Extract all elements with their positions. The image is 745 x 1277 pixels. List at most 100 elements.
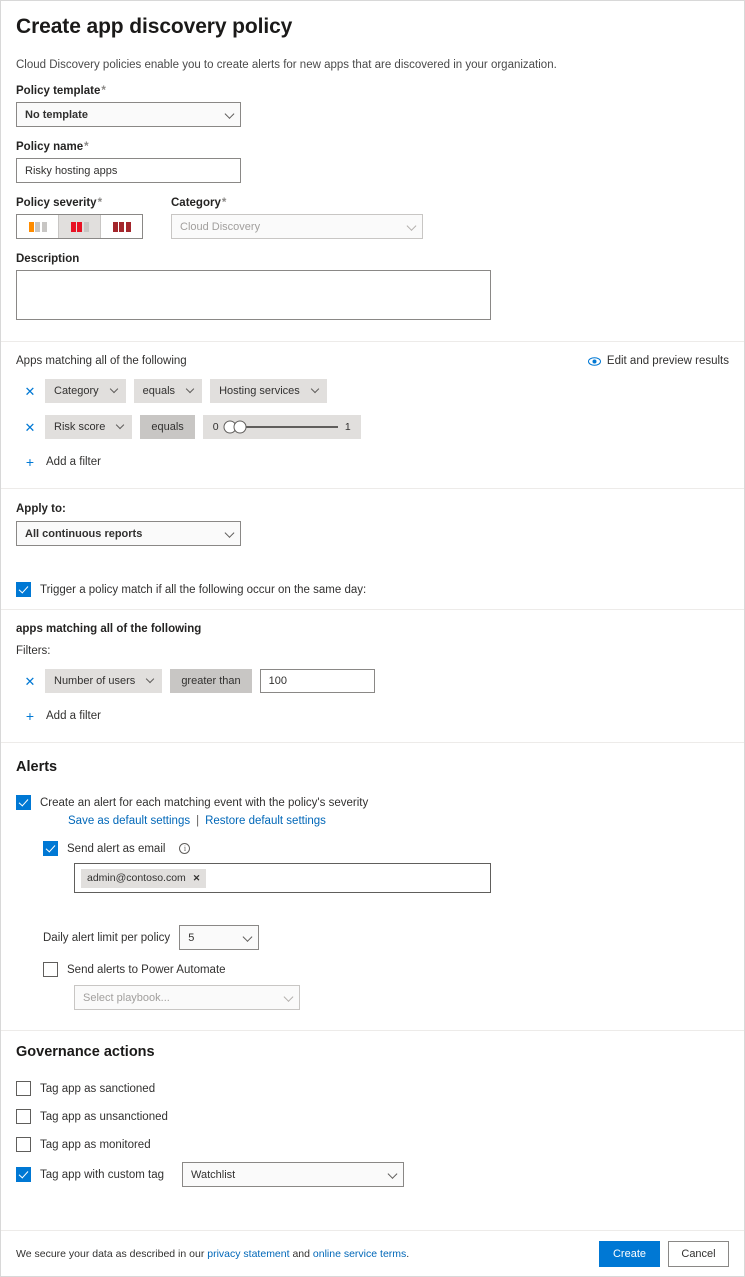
online-service-terms-link[interactable]: online service terms <box>313 1248 406 1260</box>
governance-item: Tag app with custom tag Watchlist <box>16 1162 729 1187</box>
remove-recipient-icon[interactable]: ✕ <box>193 873 201 884</box>
page-title: Create app discovery policy <box>16 1 729 39</box>
description-textarea[interactable] <box>16 270 491 320</box>
filters-heading: Apps matching all of the following <box>16 355 187 367</box>
severity-option-medium[interactable] <box>59 215 101 238</box>
create-alert-checkbox[interactable] <box>16 795 31 810</box>
required-asterisk: * <box>101 85 105 97</box>
tag-app-sanctioned-checkbox[interactable] <box>16 1081 31 1096</box>
governance-item: Tag app as sanctioned <box>16 1081 729 1096</box>
policy-severity-selector[interactable] <box>16 214 143 239</box>
daily-alert-limit-row: Daily alert limit per policy 5 <box>43 925 729 950</box>
custom-tag-select[interactable]: Watchlist <box>182 1162 404 1187</box>
severity-option-low[interactable] <box>17 215 59 238</box>
chevron-down-icon <box>388 1169 398 1179</box>
chevron-down-icon <box>109 385 117 393</box>
policy-name-label-text: Policy name <box>16 141 83 153</box>
cancel-button[interactable]: Cancel <box>668 1241 729 1267</box>
filter-value-input[interactable] <box>260 669 375 693</box>
chevron-down-icon <box>146 675 154 683</box>
daily-alert-limit-value: 5 <box>188 932 194 944</box>
power-automate-checkbox[interactable] <box>43 962 58 977</box>
chevron-down-icon <box>407 221 417 231</box>
policy-template-label: Policy template* <box>16 85 729 97</box>
policy-name-label: Policy name* <box>16 141 729 153</box>
tag-app-monitored-checkbox[interactable] <box>16 1137 31 1152</box>
policy-name-input[interactable] <box>16 158 241 183</box>
slider-handle-max[interactable] <box>234 421 247 434</box>
plus-icon: + <box>23 709 37 723</box>
description-label-text: Description <box>16 253 79 265</box>
category-value: Cloud Discovery <box>180 221 260 233</box>
send-alert-email-checkbox[interactable] <box>43 841 58 856</box>
eye-icon <box>588 357 601 366</box>
chevron-down-icon <box>225 109 235 119</box>
chevron-down-icon <box>186 385 194 393</box>
governance-section-title: Governance actions <box>16 1044 729 1060</box>
add-filter-button[interactable]: + Add a filter <box>16 455 729 469</box>
privacy-statement-link[interactable]: privacy statement <box>207 1248 289 1260</box>
intro-text: Cloud Discovery policies enable you to c… <box>16 59 729 71</box>
policy-severity-label-text: Policy severity <box>16 197 97 209</box>
risk-score-slider[interactable]: 0 1 <box>203 415 361 439</box>
trigger-policy-match-checkbox[interactable] <box>16 582 31 597</box>
filter-field-value: Category <box>54 385 99 397</box>
tag-app-monitored-label: Tag app as monitored <box>40 1139 151 1151</box>
severity-option-high[interactable] <box>101 215 142 238</box>
send-alert-email-label: Send alert as email <box>67 843 165 855</box>
playbook-placeholder: Select playbook... <box>83 992 170 1004</box>
save-default-settings-link[interactable]: Save as default settings <box>68 815 190 827</box>
power-automate-row: Send alerts to Power Automate <box>43 962 729 977</box>
email-recipients-field[interactable]: admin@contoso.com ✕ <box>74 863 491 893</box>
governance-item: Tag app as monitored <box>16 1137 729 1152</box>
alerts-section-title: Alerts <box>16 759 729 775</box>
chevron-down-icon <box>284 992 294 1002</box>
filter-value-select[interactable]: Hosting services <box>210 379 327 403</box>
apply-to-select[interactable]: All continuous reports <box>16 521 241 546</box>
severity-bar-filled-icon <box>113 222 118 232</box>
category-select: Cloud Discovery <box>171 214 423 239</box>
filter-row: ✕ Category equals Hosting services <box>16 379 729 403</box>
tag-app-sanctioned-label: Tag app as sanctioned <box>40 1083 155 1095</box>
filter-value-text: Hosting services <box>219 385 300 397</box>
severity-bar-filled-icon <box>29 222 34 232</box>
apply-to-label: Apply to: <box>16 503 729 515</box>
severity-bar-filled-icon <box>126 222 131 232</box>
footer-buttons: Create Cancel <box>599 1241 729 1267</box>
chevron-down-icon <box>311 385 319 393</box>
edit-and-preview-results-link[interactable]: Edit and preview results <box>588 355 729 367</box>
filter-field-select[interactable]: Risk score <box>45 415 132 439</box>
policy-template-select[interactable]: No template <box>16 102 241 127</box>
chevron-down-icon <box>225 528 235 538</box>
required-asterisk: * <box>84 141 88 153</box>
info-icon[interactable]: i <box>179 843 190 854</box>
footer-legal-text: We secure your data as described in our … <box>16 1248 409 1260</box>
filter-field-select[interactable]: Number of users <box>45 669 162 693</box>
filter-operator-select[interactable]: equals <box>134 379 202 403</box>
remove-filter-icon[interactable]: ✕ <box>23 675 37 688</box>
link-separator: | <box>196 815 199 827</box>
add-filter-button[interactable]: + Add a filter <box>16 709 729 723</box>
tag-app-unsanctioned-checkbox[interactable] <box>16 1109 31 1124</box>
description-label: Description <box>16 253 729 265</box>
trigger-sub-heading: apps matching all of the following <box>16 623 729 635</box>
filter-field-select[interactable]: Category <box>45 379 126 403</box>
remove-filter-icon[interactable]: ✕ <box>23 385 37 398</box>
tag-app-custom-tag-label: Tag app with custom tag <box>40 1169 164 1181</box>
send-alert-email-row: Send alert as email i <box>43 841 729 856</box>
tag-app-custom-tag-checkbox[interactable] <box>16 1167 31 1182</box>
severity-bar-empty-icon <box>42 222 47 232</box>
slider-track[interactable] <box>226 426 338 428</box>
email-recipient-value: admin@contoso.com <box>87 872 186 884</box>
restore-default-settings-link[interactable]: Restore default settings <box>205 815 326 827</box>
filter-operator-static: equals <box>140 415 194 439</box>
trigger-policy-match-label: Trigger a policy match if all the follow… <box>40 584 366 596</box>
filter-field-value: Risk score <box>54 421 105 433</box>
default-settings-links: Save as default settings | Restore defau… <box>68 815 729 827</box>
filters-header: Apps matching all of the following Edit … <box>16 355 729 367</box>
severity-bar-empty-icon <box>84 222 89 232</box>
daily-alert-limit-select[interactable]: 5 <box>179 925 259 950</box>
create-button[interactable]: Create <box>599 1241 660 1267</box>
filter-row: ✕ Risk score equals 0 1 <box>16 415 729 439</box>
remove-filter-icon[interactable]: ✕ <box>23 421 37 434</box>
